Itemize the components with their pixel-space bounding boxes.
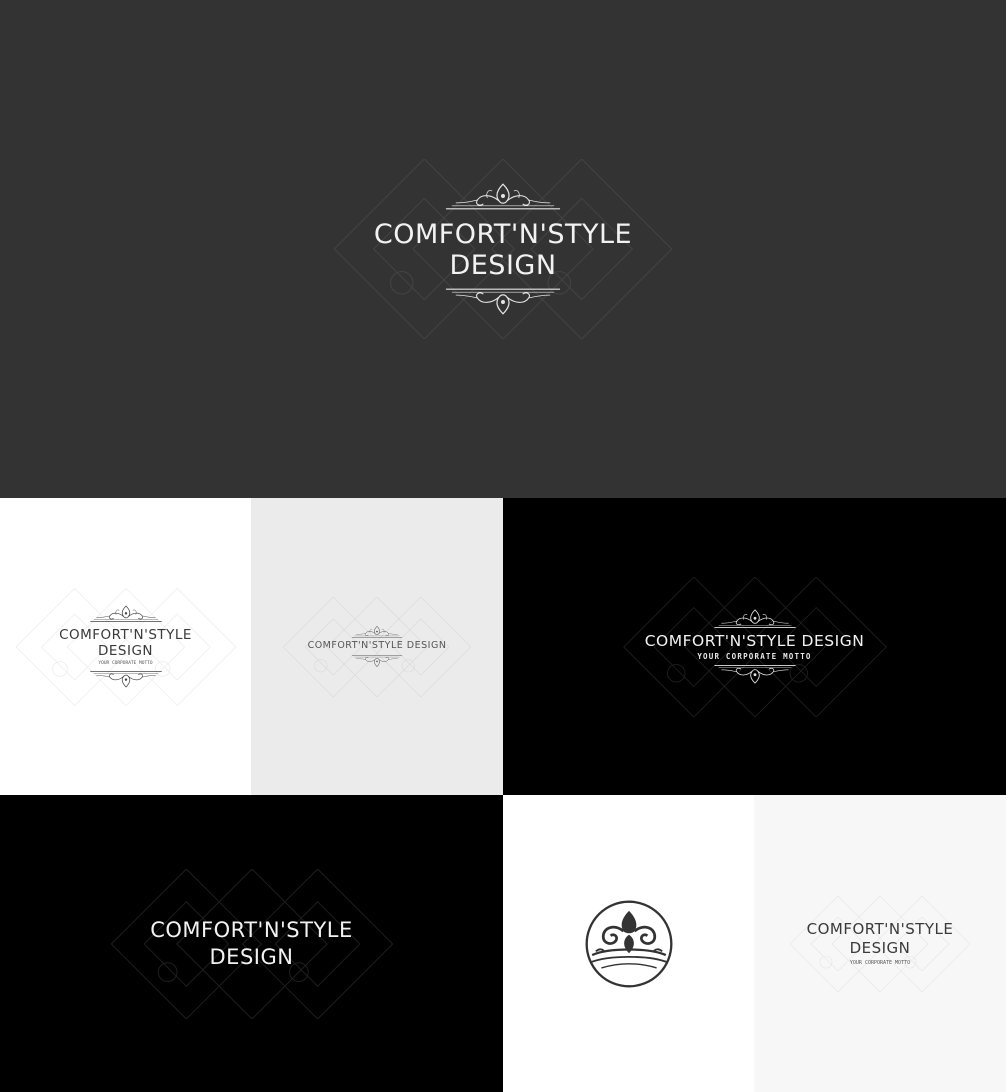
white-logo-panel: COMFORT'N'STYLE DESIGN YOUR CORPORATE MO… [0,498,251,795]
gray-logo: COMFORT'N'STYLE DESIGN [308,625,447,668]
brand-motto: YOUR CORPORATE MOTTO [697,652,812,662]
ornament-bottom-icon [713,663,797,685]
brand-name-line1: COMFORT'N'STYLE [59,626,192,643]
brand-name-line1: COMFORT'N'STYLE [806,919,954,938]
brand-name-line2: DESIGN [209,945,294,969]
black-logo-panel-single-line: COMFORT'N'STYLE DESIGN YOUR CORPORATE MO… [503,498,1006,795]
fleur-crown-emblem-icon [583,898,675,990]
ornament-bottom-icon [351,654,403,668]
brand-name-line2: DESIGN [97,642,154,659]
brand-name-line2: DESIGN [849,939,911,957]
black-logo-two-line: COMFORT'N'STYLE DESIGN [150,918,353,969]
brand-name-line1: COMFORT'N'STYLE [150,917,353,942]
white-logo: COMFORT'N'STYLE DESIGN YOUR CORPORATE MO… [59,604,192,689]
ornament-top-icon [89,604,163,624]
offwhite-logo-panel: COMFORT'N'STYLE DESIGN YOUR CORPORATE MO… [754,795,1006,1092]
brand-name-single: COMFORT'N'STYLE DESIGN [307,640,447,652]
offwhite-logo: COMFORT'N'STYLE DESIGN YOUR CORPORATE MO… [806,919,954,967]
gray-logo-panel: COMFORT'N'STYLE DESIGN [251,498,503,795]
emblem-panel [503,795,754,1092]
brand-motto: YOUR CORPORATE MOTTO [98,661,153,667]
ornament-top-icon [351,625,403,639]
brand-motto: YOUR CORPORATE MOTTO [849,960,911,967]
ornament-bottom-icon [89,669,163,689]
black-logo-panel-two-line: COMFORT'N'STYLE DESIGN [0,795,503,1092]
brand-name-single: COMFORT'N'STYLE DESIGN [644,631,865,650]
ornament-bottom-icon [444,285,562,317]
brand-name-line1: COMFORT'N'STYLE [373,218,633,250]
hero-logo: COMFORT'N'STYLE DESIGN [374,181,632,317]
brand-name-line2: DESIGN [449,250,557,281]
black-logo-single-line: COMFORT'N'STYLE DESIGN YOUR CORPORATE MO… [645,608,865,686]
ornament-top-icon [713,608,797,630]
ornament-top-icon [444,181,562,213]
hero-logo-panel: COMFORT'N'STYLE DESIGN [0,0,1006,498]
